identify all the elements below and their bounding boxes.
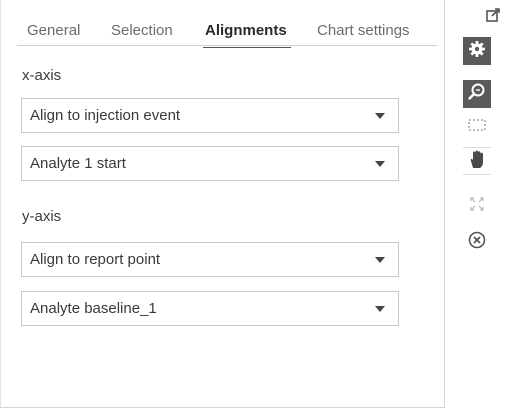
chevron-down-icon bbox=[375, 306, 385, 312]
y-axis-align-select[interactable]: Align to report point bbox=[21, 242, 399, 277]
rectangle-select-button[interactable] bbox=[463, 113, 491, 141]
pan-hand-icon bbox=[468, 149, 486, 174]
chevron-down-icon bbox=[375, 113, 385, 119]
y-axis-reference-select[interactable]: Analyte baseline_1 bbox=[21, 291, 399, 326]
tab-selection[interactable]: Selection bbox=[111, 22, 173, 39]
settings-button[interactable] bbox=[463, 37, 491, 65]
expand-icon bbox=[469, 196, 485, 217]
chevron-down-icon bbox=[375, 161, 385, 167]
tab-bar: General Selection Alignments Chart setti… bbox=[17, 13, 437, 48]
gear-icon bbox=[468, 40, 486, 63]
close-circle-icon bbox=[468, 231, 486, 254]
tab-alignments[interactable]: Alignments bbox=[203, 22, 291, 48]
x-axis-reference-value: Analyte 1 start bbox=[30, 155, 126, 172]
x-axis-label: x-axis bbox=[22, 67, 62, 84]
y-axis-reference-value: Analyte baseline_1 bbox=[30, 300, 157, 317]
chevron-down-icon bbox=[375, 257, 385, 263]
x-axis-align-select[interactable]: Align to injection event bbox=[21, 98, 399, 133]
y-axis-align-value: Align to report point bbox=[30, 251, 161, 268]
close-button[interactable] bbox=[463, 228, 491, 256]
alignment-settings-panel: General Selection Alignments Chart setti… bbox=[0, 0, 445, 408]
tab-general[interactable]: General bbox=[27, 22, 80, 39]
zoom-button[interactable] bbox=[463, 80, 491, 108]
tab-chart-settings[interactable]: Chart settings bbox=[317, 22, 410, 39]
x-axis-reference-select[interactable]: Analyte 1 start bbox=[21, 146, 399, 181]
x-axis-align-value: Align to injection event bbox=[30, 107, 181, 124]
pan-button[interactable] bbox=[463, 147, 491, 175]
selection-rectangle-icon bbox=[468, 118, 486, 137]
y-axis-label: y-axis bbox=[22, 208, 62, 225]
expand-button[interactable] bbox=[463, 192, 491, 220]
popout-icon[interactable] bbox=[486, 8, 500, 22]
zoom-icon bbox=[467, 82, 487, 107]
